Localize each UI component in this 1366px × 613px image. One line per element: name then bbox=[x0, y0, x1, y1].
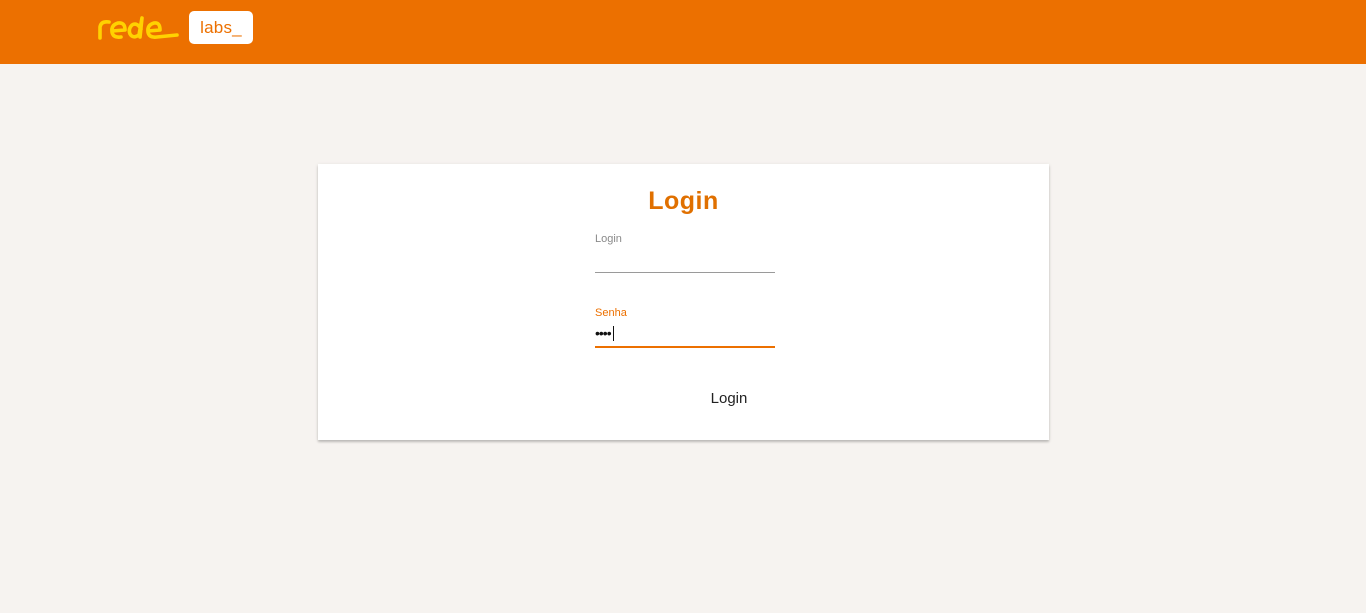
login-input-underline bbox=[595, 272, 775, 273]
login-submit-button[interactable]: Login bbox=[694, 380, 764, 416]
password-masked-value: •••• bbox=[595, 325, 612, 341]
password-field[interactable]: Senha •••• bbox=[595, 307, 775, 349]
login-card: Login Login Senha •••• Login bbox=[318, 164, 1049, 440]
password-input-underline-focused bbox=[595, 346, 775, 348]
password-field-label: Senha bbox=[595, 307, 627, 319]
login-input[interactable] bbox=[595, 249, 775, 271]
text-caret bbox=[612, 326, 614, 341]
rede-logo-icon bbox=[98, 16, 179, 40]
labs-badge[interactable]: labs_ bbox=[189, 11, 253, 44]
top-header-bar: labs_ bbox=[0, 0, 1366, 64]
login-field[interactable]: Login bbox=[595, 233, 775, 273]
login-field-label: Login bbox=[595, 233, 622, 245]
login-title: Login bbox=[648, 187, 719, 215]
password-input[interactable]: •••• bbox=[595, 324, 614, 342]
rede-logo[interactable] bbox=[97, 14, 179, 42]
